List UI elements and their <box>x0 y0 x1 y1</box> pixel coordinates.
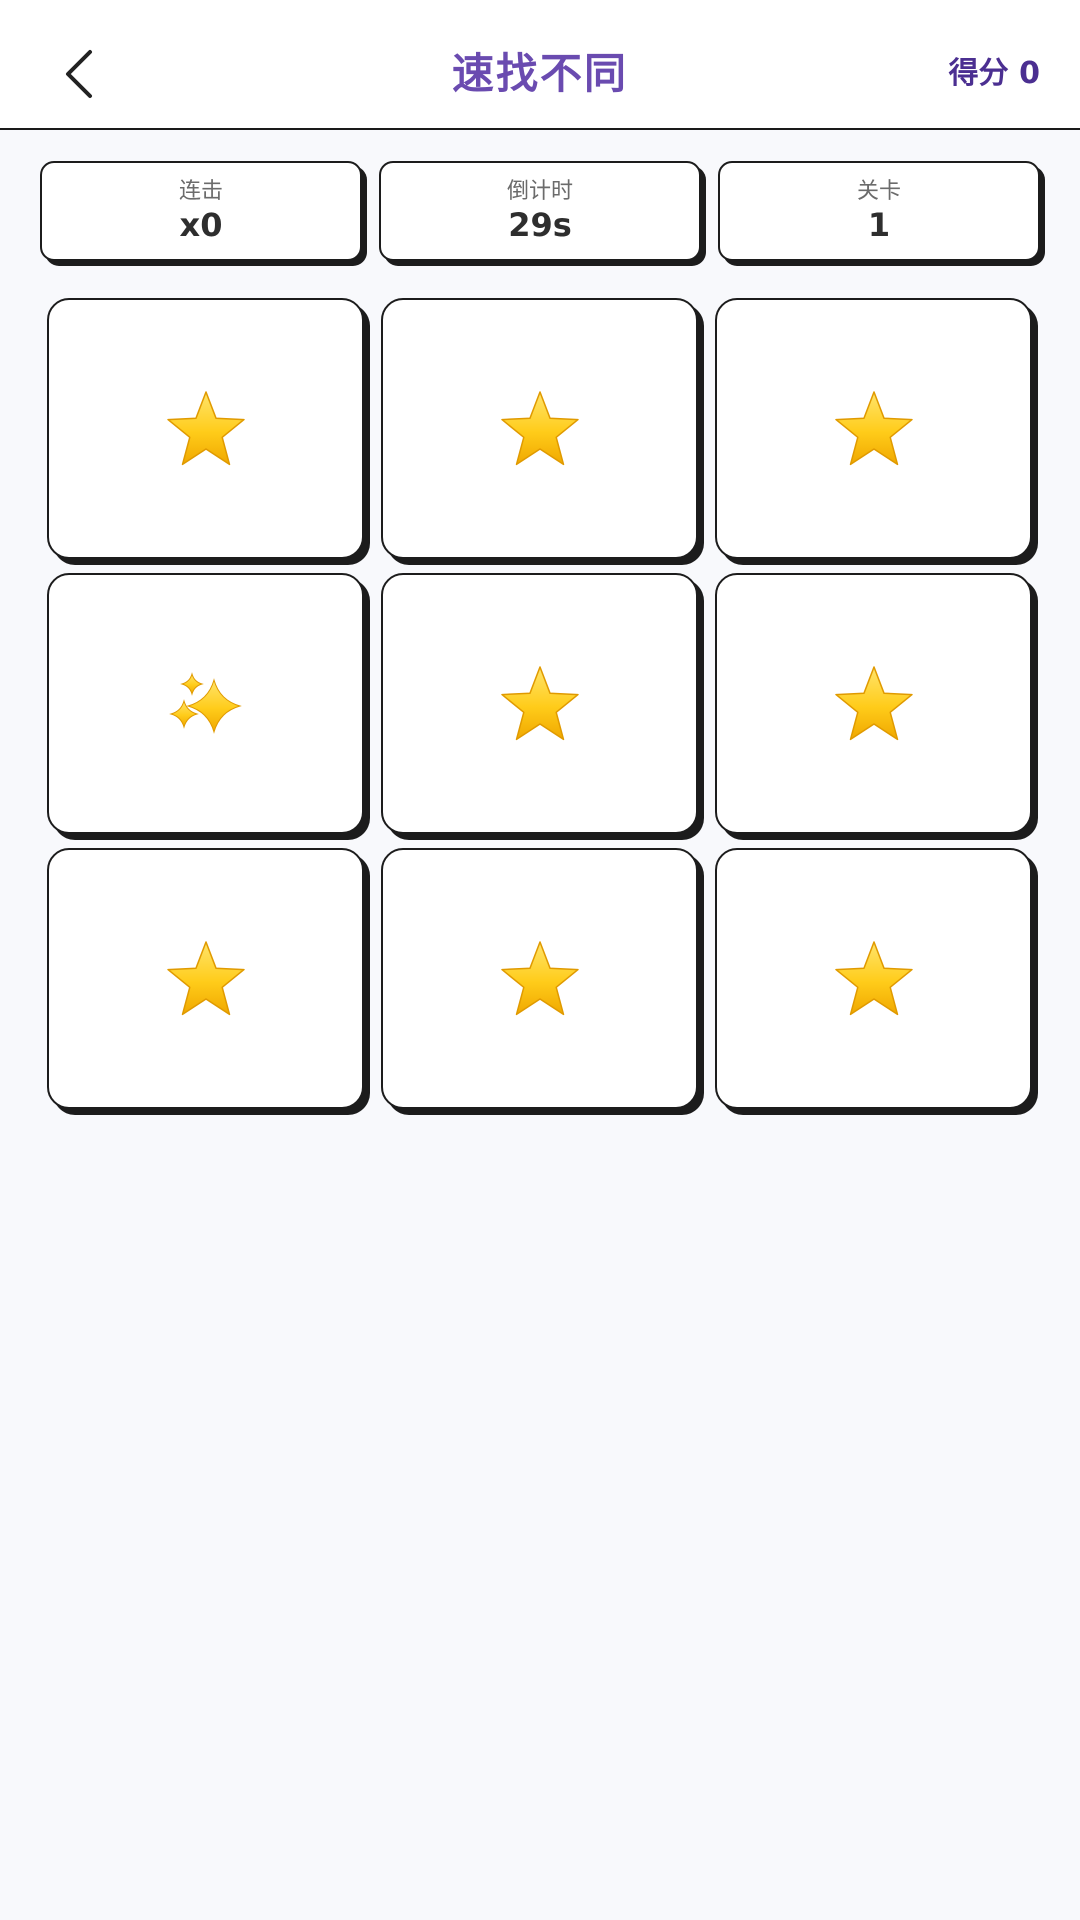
star-icon <box>166 940 245 1015</box>
grid-tile[interactable] <box>715 573 1032 834</box>
page-title: 速找不同 <box>451 49 628 98</box>
level-label: 关卡 <box>856 179 901 204</box>
grid-tile[interactable] <box>715 848 1032 1109</box>
countdown-card: 倒计时 29s <box>379 161 701 261</box>
tile-grid <box>47 298 1041 1118</box>
countdown-label: 倒计时 <box>506 179 573 204</box>
star-icon <box>834 940 913 1015</box>
star-icon <box>500 665 579 740</box>
star-icon <box>834 390 913 465</box>
star-icon <box>834 665 913 740</box>
app-header: 速找不同 得分 0 <box>0 0 1080 130</box>
countdown-value: 29s <box>508 206 572 244</box>
grid-tile[interactable] <box>381 573 698 834</box>
sparkles-icon <box>168 671 242 734</box>
grid-tile[interactable] <box>715 298 1032 559</box>
stats-row: 连击 x0 倒计时 29s 关卡 1 <box>40 161 1040 265</box>
combo-value: x0 <box>179 206 223 244</box>
grid-tile[interactable] <box>381 298 698 559</box>
star-icon <box>166 390 245 465</box>
star-icon <box>500 390 579 465</box>
combo-label: 连击 <box>178 179 223 204</box>
grid-tile[interactable] <box>381 848 698 1109</box>
combo-card: 连击 x0 <box>40 161 362 261</box>
grid-tile[interactable] <box>47 848 364 1109</box>
grid-tile[interactable] <box>47 298 364 559</box>
level-value: 1 <box>867 206 891 244</box>
star-icon <box>500 940 579 1015</box>
grid-tile[interactable] <box>47 573 364 834</box>
score-display: 得分 0 <box>948 56 1040 91</box>
level-card: 关卡 1 <box>718 161 1040 261</box>
